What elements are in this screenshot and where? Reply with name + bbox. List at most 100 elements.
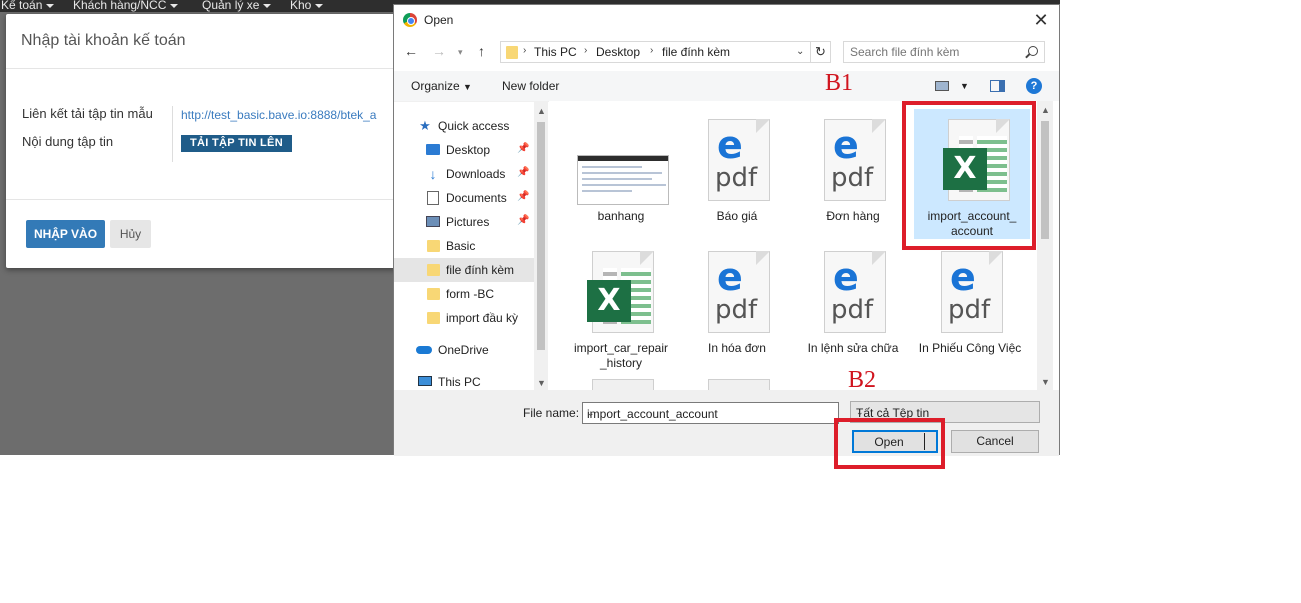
divider	[6, 68, 406, 69]
breadcrumb-desktop[interactable]: Desktop	[596, 45, 640, 59]
pdf-file-icon: e pdf	[941, 251, 1003, 333]
file-name: import_car_repair _history	[573, 341, 669, 370]
nav-item-label: Pictures	[446, 215, 490, 229]
dialog-title: Open	[424, 13, 454, 27]
nav-item-label: This PC	[438, 375, 481, 389]
refresh-icon[interactable]: ↻	[811, 41, 831, 63]
nav-item-documents[interactable]: Documents 📌	[394, 186, 534, 210]
organize-menu[interactable]: Organize ▼	[411, 79, 472, 93]
this-pc-icon	[418, 376, 432, 386]
nav-item-import-dau-ky[interactable]: import đầu kỳ	[394, 306, 534, 330]
nav-menu-ke-toan[interactable]: Kế toán	[1, 0, 55, 12]
scroll-up-icon[interactable]: ▲	[537, 106, 546, 116]
dialog-titlebar: Open ✕	[394, 5, 1059, 35]
nav-item-file-dinh-kem[interactable]: file đính kèm	[394, 258, 534, 282]
file-item-bao-gia[interactable]: e pdf Báo giá	[679, 105, 795, 235]
chevron-down-icon[interactable]: ⌄	[587, 408, 834, 419]
breadcrumb-current-folder[interactable]: file đính kèm	[662, 45, 730, 59]
template-download-link[interactable]: http://test_basic.bave.io:8888/btek_a	[181, 108, 376, 122]
upload-file-button[interactable]: TẢI TẬP TIN LÊN	[181, 135, 292, 152]
step-2-label: B2	[848, 367, 877, 393]
highlight-box-step-1	[902, 101, 1036, 250]
change-view-icon[interactable]	[935, 81, 949, 91]
pin-icon: 📌	[517, 167, 530, 178]
file-pane-scrollbar[interactable]: ▲ ▼	[1037, 101, 1053, 390]
import-button[interactable]: NHẬP VÀO	[26, 220, 105, 248]
nav-item-pictures[interactable]: Pictures 📌	[394, 210, 534, 234]
search-box[interactable]	[843, 41, 1045, 63]
file-item-in-hoa-don[interactable]: e pdf In hóa đơn	[679, 241, 795, 371]
nav-menu-quan-ly-xe[interactable]: Quản lý xe	[202, 0, 272, 12]
scrollbar-thumb[interactable]	[537, 122, 545, 350]
file-item-in-lenh-sua-chua[interactable]: e pdf In lệnh sửa chữa	[795, 241, 911, 371]
pdf-file-icon: e pdf	[708, 119, 770, 201]
breadcrumb-this-pc[interactable]: This PC	[534, 45, 577, 59]
file-name-input[interactable]: import_account_account ⌄	[582, 402, 839, 424]
nav-item-label: form -BC	[446, 287, 494, 301]
forward-arrow-icon[interactable]: →	[432, 43, 446, 59]
scroll-down-icon[interactable]: ▼	[537, 378, 546, 388]
caret-down-icon	[263, 3, 272, 8]
dialog-cancel-button[interactable]: Cancel	[951, 430, 1039, 453]
nav-pane-scrollbar[interactable]: ▲ ▼	[534, 102, 548, 391]
file-name: In Phiếu Công Việc	[918, 341, 1022, 355]
step-1-label: B1	[825, 70, 854, 96]
chevron-down-icon[interactable]: ⌄	[796, 46, 804, 57]
search-icon	[1028, 46, 1038, 56]
help-icon[interactable]: ?	[1026, 78, 1042, 94]
excel-file-icon: X	[587, 251, 654, 333]
nav-item-basic[interactable]: Basic	[394, 234, 534, 258]
download-icon: ↓	[429, 166, 437, 182]
file-item-import-car-repair-history[interactable]: X import_car_repair _history	[563, 241, 679, 371]
chevron-right-icon[interactable]: ›	[584, 45, 587, 56]
template-link-label: Liên kết tải tập tin mẫu	[22, 106, 153, 121]
dialog-bottom-bar: File name: import_account_account ⌄ Tất …	[394, 390, 1059, 456]
image-thumbnail	[577, 155, 669, 205]
nav-item-form-bc[interactable]: form -BC	[394, 282, 534, 306]
back-arrow-icon[interactable]: ←	[404, 43, 418, 59]
pdf-label: pdf	[715, 295, 758, 325]
nav-item-onedrive[interactable]: OneDrive	[394, 338, 534, 362]
nav-menu-khach-hang[interactable]: Khách hàng/NCC	[73, 0, 179, 12]
pdf-file-icon: e pdf	[824, 251, 886, 333]
close-icon[interactable]: ✕	[1030, 9, 1052, 31]
nav-menu-label: Kế toán	[1, 0, 43, 12]
pdf-file-icon: e pdf	[708, 251, 770, 333]
nav-item-desktop[interactable]: Desktop 📌	[394, 138, 534, 162]
view-options-chevron-icon[interactable]: ▼	[960, 81, 969, 91]
partial-file-icon[interactable]	[708, 379, 770, 390]
excel-icon: X	[587, 280, 631, 322]
file-name: In lệnh sửa chữa	[807, 341, 899, 355]
scroll-down-icon[interactable]: ▼	[1041, 377, 1050, 387]
pdf-label: pdf	[948, 295, 991, 325]
file-content-label: Nội dung tập tin	[22, 134, 114, 149]
nav-item-label: OneDrive	[438, 343, 489, 357]
scrollbar-thumb[interactable]	[1041, 121, 1049, 239]
new-folder-button[interactable]: New folder	[502, 79, 559, 93]
nav-item-label: Documents	[446, 191, 507, 205]
star-icon: ★	[419, 118, 431, 133]
nav-item-downloads[interactable]: ↓ Downloads 📌	[394, 162, 534, 186]
nav-item-quick-access[interactable]: ★ Quick access	[394, 114, 534, 138]
recent-locations-chevron-icon[interactable]: ▾	[458, 47, 463, 58]
nav-item-label: Desktop	[446, 143, 491, 157]
divider	[172, 106, 173, 162]
file-item-banhang[interactable]: banhang	[563, 105, 679, 235]
address-bar[interactable]: › This PC › Desktop › file đính kèm ⌄	[500, 41, 811, 63]
file-item-in-phieu-cong-viec[interactable]: e pdf In Phiếu Công Việc	[912, 241, 1028, 371]
nav-menu-label: Kho	[290, 0, 312, 12]
chevron-right-icon[interactable]: ›	[523, 45, 526, 56]
nav-menu-kho[interactable]: Kho	[290, 0, 324, 12]
chevron-right-icon[interactable]: ›	[650, 45, 653, 56]
up-arrow-icon[interactable]: ↑	[478, 43, 485, 59]
caret-down-icon	[315, 3, 324, 8]
pictures-icon	[426, 216, 440, 227]
organize-label: Organize	[411, 79, 460, 93]
caret-down-icon	[170, 3, 179, 8]
search-input[interactable]	[850, 45, 1020, 59]
preview-pane-icon[interactable]	[990, 80, 1005, 92]
scroll-up-icon[interactable]: ▲	[1041, 105, 1050, 115]
file-item-don-hang[interactable]: e pdf Đơn hàng	[795, 105, 911, 235]
cancel-button[interactable]: Hủy	[110, 220, 151, 248]
partial-file-icon[interactable]	[592, 379, 654, 390]
